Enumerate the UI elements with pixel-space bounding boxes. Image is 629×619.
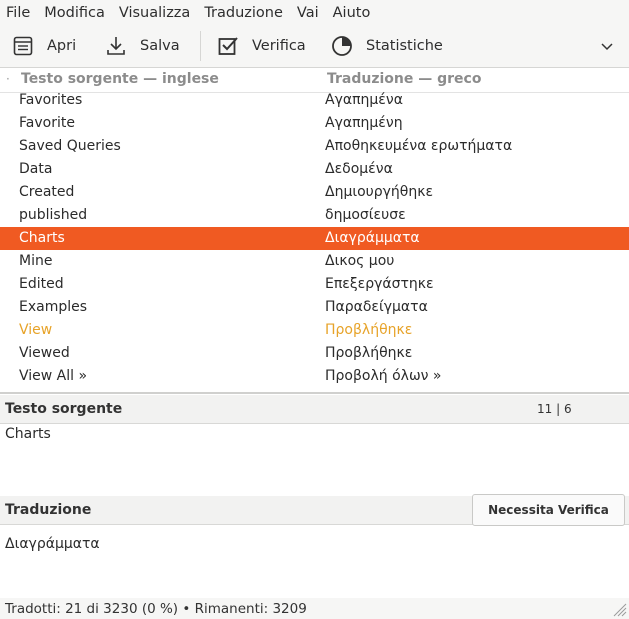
- open-button[interactable]: Apri: [11, 25, 76, 67]
- message-target-text: Προβλήθηκε: [325, 345, 413, 361]
- checkbox-icon: [218, 37, 238, 55]
- save-button[interactable]: Salva: [104, 25, 180, 67]
- translation-text-editor[interactable]: Διαγράμματα: [5, 536, 100, 552]
- translation-panel-title: Traduzione: [5, 502, 92, 518]
- message-row[interactable]: Created Δημιουργήθηκε: [0, 181, 629, 204]
- resize-grip-icon[interactable]: [611, 601, 627, 617]
- check-button[interactable]: Verifica: [216, 25, 306, 67]
- status-bar: Tradotti: 21 di 3230 (0 %) • Rimanenti: …: [0, 598, 629, 619]
- sort-indicator-icon: ·: [6, 72, 10, 86]
- message-target-text: Παραδείγματα: [325, 299, 428, 315]
- message-target-text: Δικος μου: [325, 253, 395, 269]
- source-panel-title: Testo sorgente: [5, 401, 123, 417]
- message-row[interactable]: View All » Προβολή όλων »: [0, 365, 629, 388]
- message-target-text: Προβλήθηκε: [325, 322, 413, 338]
- message-row[interactable]: Saved Queries Αποθηκευμένα ερωτήματα: [0, 135, 629, 158]
- toolbar-separator: [200, 31, 201, 61]
- message-target-text: Δημιουργήθηκε: [325, 184, 434, 200]
- message-source-text: published: [19, 207, 88, 223]
- message-target-text: Δεδομένα: [325, 161, 393, 177]
- message-row[interactable]: Charts Διαγράμματα: [0, 227, 629, 250]
- message-row[interactable]: View Προβλήθηκε: [0, 319, 629, 342]
- message-target-text: Επεξεργάστηκε: [325, 276, 434, 292]
- message-target-text: δημοσίευσε: [325, 207, 406, 223]
- message-row[interactable]: Mine Δικος μου: [0, 250, 629, 273]
- toolbar: Apri Salva Verifica Statistiche: [0, 25, 629, 68]
- menu-help[interactable]: Aiuto: [326, 5, 378, 21]
- chevron-down-icon[interactable]: [597, 36, 617, 56]
- message-list[interactable]: Favorites Αγαπημένα Favorite Αγαπημένη Saved…: [0, 89, 629, 393]
- message-source-text: View All »: [19, 368, 88, 384]
- statistics-button-label: Statistiche: [366, 38, 443, 54]
- message-target-text: Αγαπημένη: [325, 115, 403, 131]
- source-column-header[interactable]: Testo sorgente — inglese: [21, 71, 219, 87]
- message-source-text: Viewed: [19, 345, 70, 361]
- source-panel-header: Testo sorgente 11 | 6: [0, 395, 629, 424]
- menu-bar: File Modifica Visualizza Traduzione Vai …: [0, 0, 629, 25]
- message-source-text: Mine: [19, 253, 53, 269]
- check-button-label: Verifica: [252, 38, 306, 54]
- message-target-text: Αγαπημένα: [325, 92, 403, 108]
- message-row[interactable]: Examples Παραδείγματα: [0, 296, 629, 319]
- status-text: Tradotti: 21 di 3230 (0 %) • Rimanenti: …: [5, 601, 307, 617]
- message-target-text: Αποθηκευμένα ερωτήματα: [325, 138, 513, 154]
- message-source-text: Charts: [19, 230, 65, 246]
- position-counter: 11 | 6: [537, 402, 572, 416]
- message-source-text: Examples: [19, 299, 88, 315]
- list-divider[interactable]: [0, 392, 629, 394]
- message-source-text: Edited: [19, 276, 64, 292]
- needs-review-button[interactable]: Necessita Verifica: [472, 494, 625, 526]
- save-button-label: Salva: [140, 38, 180, 54]
- message-row[interactable]: Favorite Αγαπημένη: [0, 112, 629, 135]
- menu-go[interactable]: Vai: [290, 5, 326, 21]
- message-target-text: Προβολή όλων »: [325, 368, 442, 384]
- message-row[interactable]: Edited Επεξεργάστηκε: [0, 273, 629, 296]
- menu-view[interactable]: Visualizza: [112, 5, 197, 21]
- menu-translation[interactable]: Traduzione: [197, 5, 290, 21]
- menu-edit[interactable]: Modifica: [37, 5, 112, 21]
- message-row[interactable]: Viewed Προβλήθηκε: [0, 342, 629, 365]
- menu-file[interactable]: File: [0, 5, 37, 21]
- download-icon: [107, 37, 125, 55]
- pie-chart-icon: [332, 36, 352, 56]
- message-source-text: View: [19, 322, 53, 338]
- message-source-text: Saved Queries: [19, 138, 121, 154]
- message-target-text: Διαγράμματα: [325, 230, 420, 246]
- source-text: Charts: [5, 426, 51, 442]
- message-source-text: Data: [19, 161, 53, 177]
- message-source-text: Created: [19, 184, 75, 200]
- message-source-text: Favorite: [19, 115, 75, 131]
- message-row[interactable]: published δημοσίευσε: [0, 204, 629, 227]
- open-document-icon: [13, 36, 33, 56]
- message-row[interactable]: Data Δεδομένα: [0, 158, 629, 181]
- message-row[interactable]: Favorites Αγαπημένα: [0, 89, 629, 112]
- open-button-label: Apri: [47, 38, 77, 54]
- target-column-header[interactable]: Traduzione — greco: [327, 71, 481, 87]
- statistics-button[interactable]: Statistiche: [330, 25, 443, 67]
- message-source-text: Favorites: [19, 92, 83, 108]
